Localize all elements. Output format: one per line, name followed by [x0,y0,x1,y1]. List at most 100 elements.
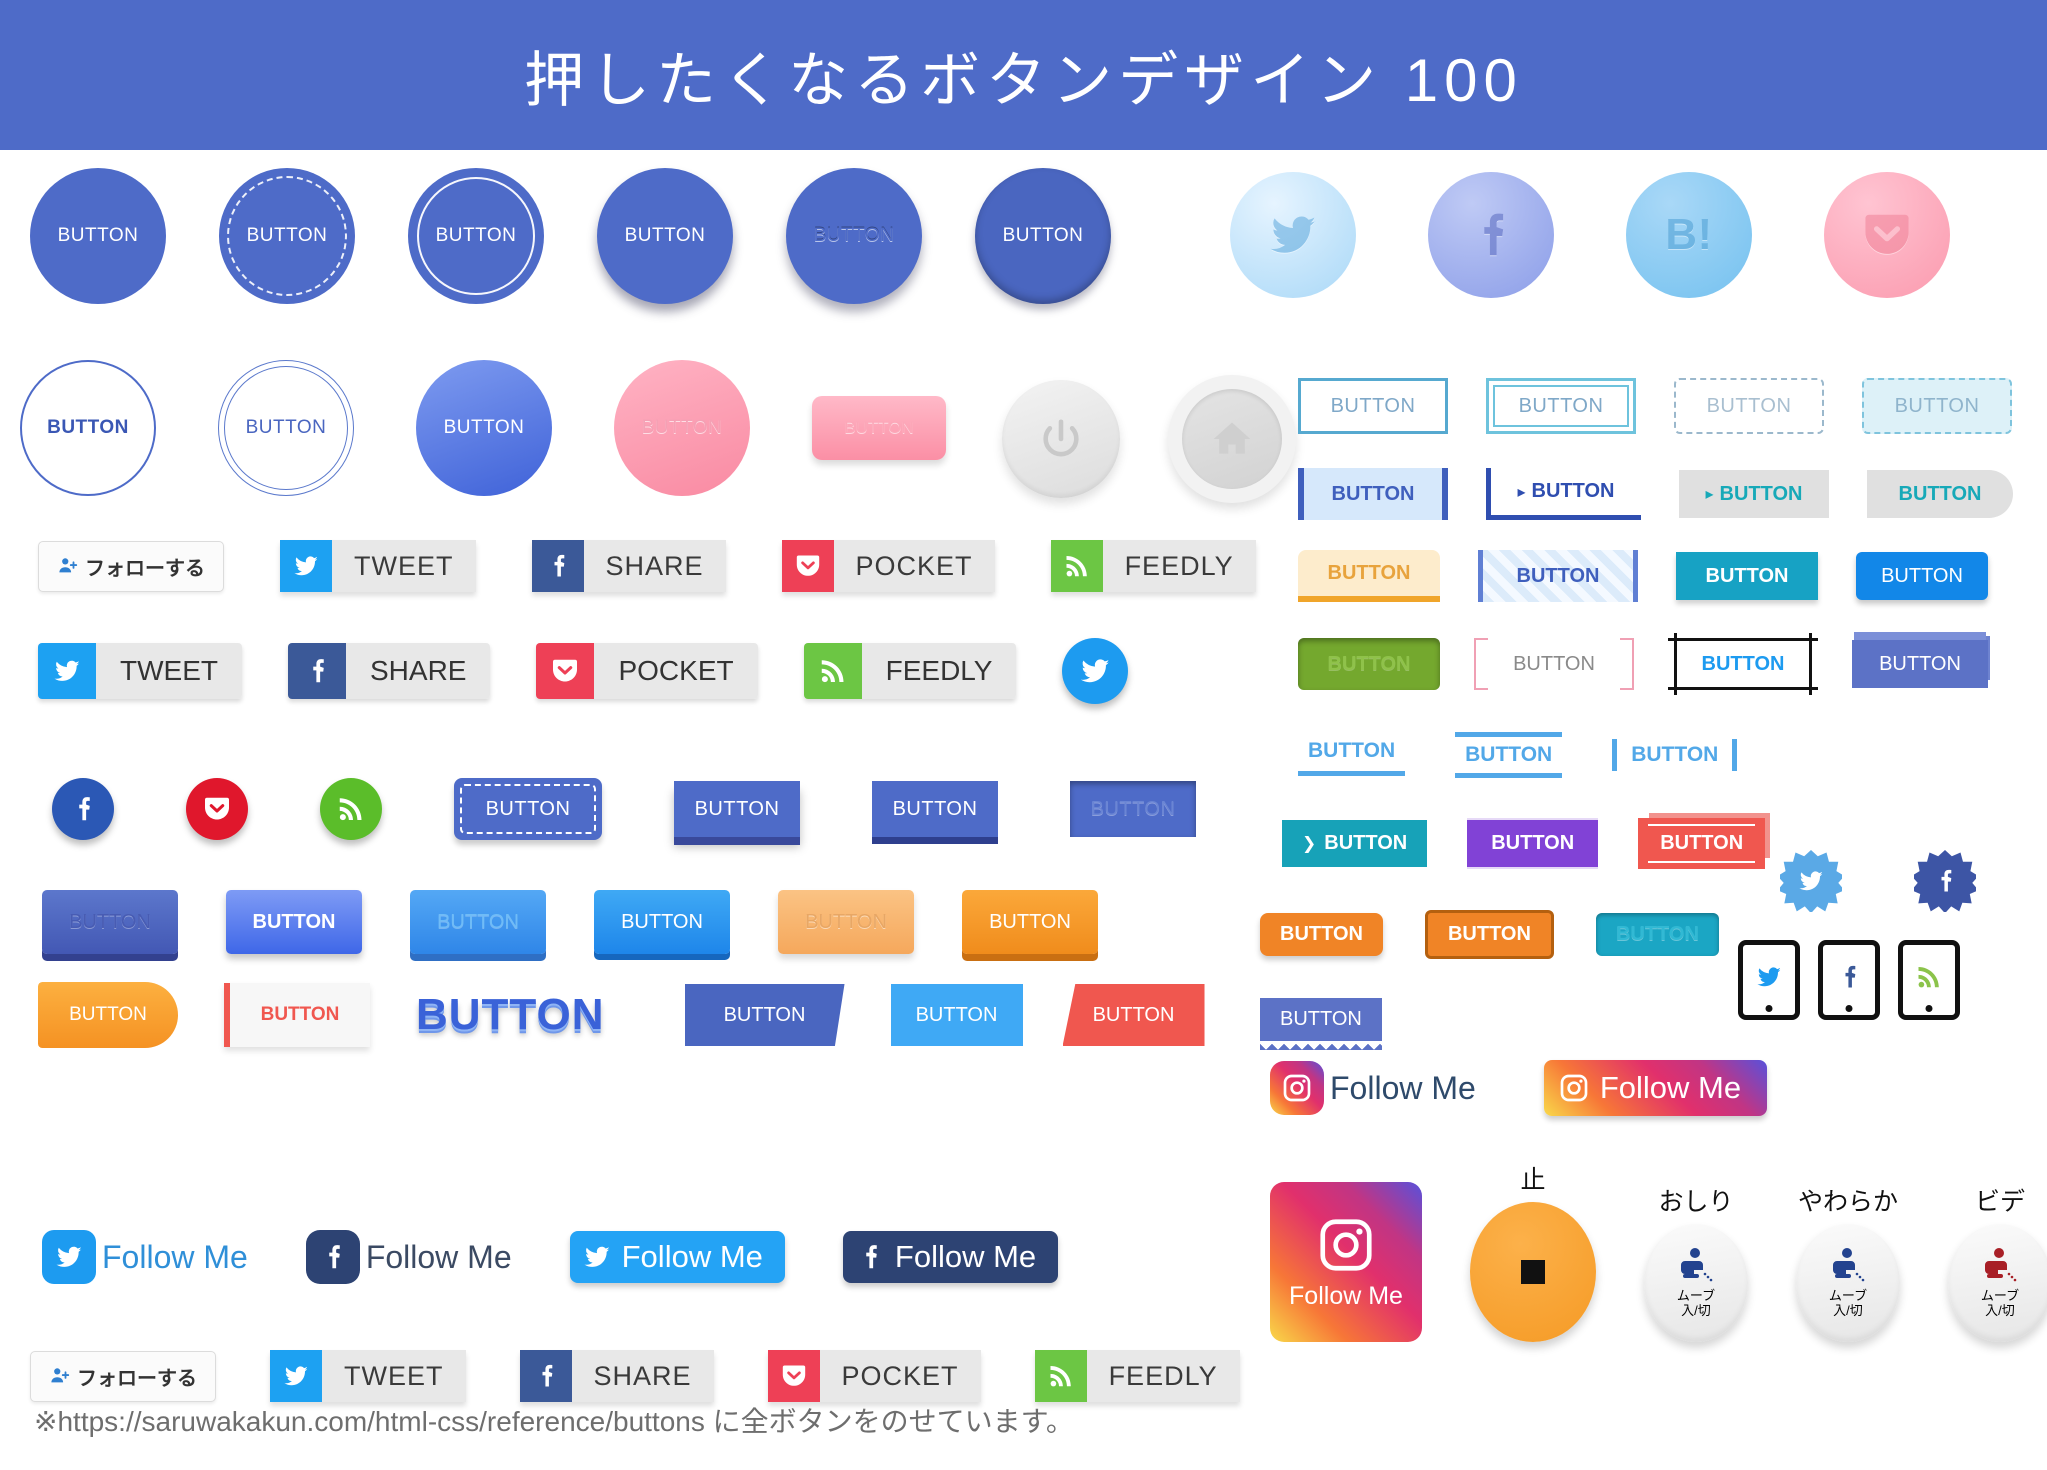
button-corner-arrow[interactable]: ▸ BUTTON [1486,468,1641,520]
pocket-icon [536,643,595,699]
circle-button-gradient-pink[interactable]: BUTTON [614,360,750,496]
button-teal-flat[interactable]: BUTTON [1676,552,1818,600]
button-grey-rounded[interactable]: BUTTON [1867,470,2013,518]
instagram-follow-card[interactable]: Follow Me [1270,1182,1422,1342]
follow-me-twitter-filled[interactable]: Follow Me [569,1231,785,1283]
washlet-bidet-button[interactable]: ムーブ 入/切 [1948,1224,2047,1342]
instagram-follow-filled[interactable]: Follow Me [1543,1060,1768,1116]
button-blue-rounded[interactable]: BUTTON [1856,552,1988,600]
button-left-right-bars[interactable]: BUTTON [1298,468,1448,520]
shape-button-extruded-text[interactable]: BUTTON [416,990,605,1040]
share-button-large[interactable]: SHARE [288,643,491,699]
tweet-button[interactable]: TWEET [280,540,476,592]
outlined-button-solid[interactable]: BUTTON [1298,378,1448,434]
feedly-button-large[interactable]: FEEDLY [803,643,1017,699]
tweet-button-bottom[interactable]: TWEET [270,1350,466,1402]
share-button[interactable]: SHARE [531,540,726,592]
circle-button-outline[interactable]: BUTTON [20,360,156,496]
circle-button-pressed[interactable]: BUTTON [975,168,1111,304]
gradient-button-orange[interactable]: BUTTON [962,890,1098,954]
follow-button-jp[interactable]: フォローする [38,540,224,592]
pink-rounded-button[interactable]: BUTTON [812,396,946,460]
circle-button-gradient-blue[interactable]: BUTTON [416,360,552,496]
button-underline[interactable]: BUTTON [1298,735,1406,776]
follow-me-facebook-light[interactable]: Follow Me [305,1230,512,1284]
facebook-pastel-button[interactable] [1428,172,1554,298]
button-zigzag[interactable]: BUTTON [1260,998,1382,1050]
facebook-tablet-button[interactable] [1818,940,1880,1020]
share-button-bottom[interactable]: SHARE [519,1350,714,1402]
rect-button-inset-text[interactable]: BUTTON [1070,781,1196,837]
button-orange-underline[interactable]: BUTTON [1298,550,1440,602]
tweet-button-large[interactable]: TWEET [38,643,242,699]
outlined-button-dashed-filled[interactable]: BUTTON [1862,378,2012,434]
pocket-circle-button[interactable] [186,778,248,840]
gradient-button-sky-white[interactable]: BUTTON [594,890,730,954]
twitter-tablet-button[interactable] [1738,940,1800,1020]
button-label: BUTTON [485,797,571,820]
shape-button-red-skew[interactable]: BUTTON [1062,984,1205,1046]
button-teal-inset[interactable]: BUTTON [1595,913,1719,956]
facebook-circle-button[interactable] [52,778,114,840]
button-top-bottom-line[interactable]: BUTTON [1455,732,1563,778]
instagram-follow-light[interactable]: Follow Me [1270,1061,1476,1115]
washlet-stop[interactable]: 止 [1470,1160,1596,1342]
washlet-stop-button[interactable] [1470,1202,1596,1342]
feedly-tablet-button[interactable] [1898,940,1960,1020]
gradient-button-blue[interactable]: BUTTON [226,890,362,954]
washlet-oshiri-button[interactable]: ムーブ 入/切 [1644,1224,1748,1342]
feedly-button[interactable]: FEEDLY [1050,540,1256,592]
gradient-button-indigo[interactable]: BUTTON [42,890,178,954]
follow-me-twitter-light[interactable]: Follow Me [42,1230,248,1284]
rect-button-3d-solid[interactable]: BUTTON [872,781,998,837]
button-orange-bordered[interactable]: BUTTON [1424,910,1554,959]
button-pink-brackets[interactable]: BUTTON [1474,638,1634,690]
shape-button-white-redbar[interactable]: BUTTON [224,983,370,1047]
button-teal-chevron[interactable]: ❯ BUTTON [1282,820,1428,867]
pocket-button-large[interactable]: POCKET [536,643,758,699]
twitter-circle-button[interactable] [1062,638,1129,704]
outlined-button-double[interactable]: BUTTON [1486,378,1636,434]
facebook-badge-button[interactable] [1914,850,1976,912]
shape-button-indigo-skew[interactable]: BUTTON [684,984,845,1046]
circle-button-shadow[interactable]: BUTTON [597,168,733,304]
rect-button-dashed[interactable]: BUTTON [454,778,602,840]
pocket-button-bottom[interactable]: POCKET [767,1350,981,1402]
washlet-yawaraka[interactable]: やわらか ムーブ 入/切 [1796,1182,1900,1342]
pocket-button[interactable]: POCKET [781,540,995,592]
button-green-inset[interactable]: BUTTON [1298,638,1440,690]
button-purple-lines[interactable]: BUTTON [1467,818,1599,869]
gradient-button-sky[interactable]: BUTTON [410,890,546,954]
sidebar-arrow-row: BUTTON ▸ BUTTON ▸ BUTTON BUTTON [1298,468,2013,520]
circle-button-dashed[interactable]: BUTTON [219,168,355,304]
hatena-pastel-button[interactable]: B! [1626,172,1752,298]
gradient-button-peach[interactable]: BUTTON [778,890,914,954]
shape-button-orange-pill[interactable]: BUTTON [38,982,178,1048]
button-orange-rounded[interactable]: BUTTON [1260,913,1383,956]
follow-me-facebook-filled[interactable]: Follow Me [842,1231,1059,1283]
washlet-bidet[interactable]: ビデ ムーブ 入/切 [1948,1182,2047,1342]
pocket-pastel-button[interactable] [1824,172,1950,298]
button-3d-box[interactable]: BUTTON [1852,640,1988,688]
follow-button-jp-bottom[interactable]: フォローする [30,1350,216,1402]
button-striped[interactable]: BUTTON [1478,550,1638,602]
twitter-badge-button[interactable] [1780,850,1842,912]
circle-button-double-outline[interactable]: BUTTON [218,360,354,496]
rect-button-3d-shadow[interactable]: BUTTON [674,781,800,837]
washlet-oshiri[interactable]: おしり ムーブ 入/切 [1644,1182,1748,1342]
button-crosshair-frame[interactable]: BUTTON [1668,633,1818,695]
circle-button-embossed[interactable]: BUTTON [786,168,922,304]
button-label: BUTTON [1881,564,1963,587]
button-left-right-line[interactable]: BUTTON [1612,739,1738,771]
washlet-yawaraka-button[interactable]: ムーブ 入/切 [1796,1224,1900,1342]
circle-button-ring[interactable]: BUTTON [408,168,544,304]
feedly-circle-button[interactable] [320,778,382,840]
button-grey-arrow[interactable]: ▸ BUTTON [1679,470,1829,518]
outlined-button-dashed[interactable]: BUTTON [1674,378,1824,434]
power-button[interactable] [1002,380,1120,498]
shape-button-sky-flat[interactable]: BUTTON [890,984,1023,1046]
feedly-button-bottom[interactable]: FEEDLY [1034,1350,1240,1402]
twitter-pastel-button[interactable] [1230,172,1356,298]
circle-button-flat[interactable]: BUTTON [30,168,166,304]
button-red-offset[interactable]: BUTTON [1638,818,1766,869]
